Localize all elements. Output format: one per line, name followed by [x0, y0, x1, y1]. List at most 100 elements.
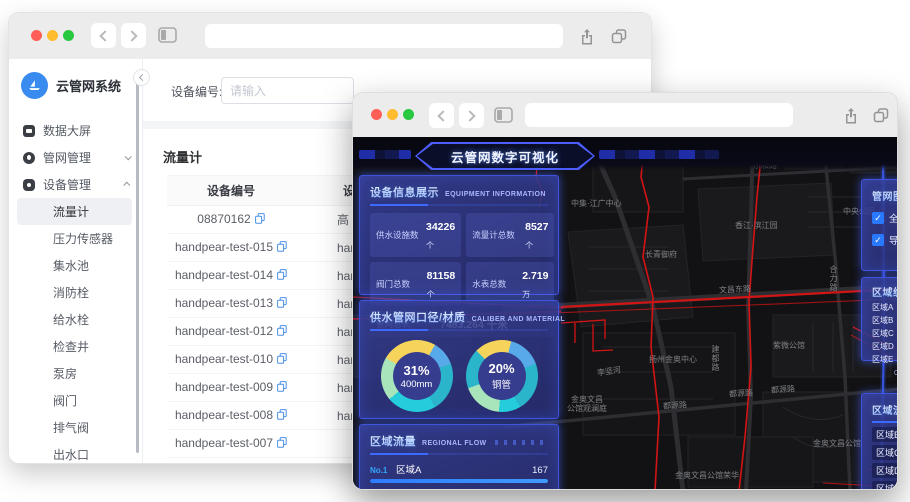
regional-flow-panel: 区域流量 REGIONAL FLOW No.1 区域A 167 No.2: [359, 424, 559, 489]
back-button[interactable]: [91, 23, 116, 48]
copy-icon[interactable]: [277, 409, 287, 423]
address-bar[interactable]: [525, 103, 793, 127]
address-bar[interactable]: [205, 24, 563, 48]
map-label: 扬州金奥中心: [649, 355, 697, 364]
copy-icon[interactable]: [277, 241, 287, 255]
copy-icon[interactable]: [277, 269, 287, 283]
device-id-filter-label: 设备编号:: [171, 85, 223, 99]
copy-icon[interactable]: [277, 325, 287, 339]
minimize-window-button[interactable]: [47, 30, 58, 41]
sidebar-subitem-exhaust-valve[interactable]: 排气阀: [17, 414, 132, 441]
copy-icon[interactable]: [277, 297, 287, 311]
dashboard-icon: [23, 124, 35, 137]
device-id: handpear-test-012: [174, 324, 274, 338]
legend-item[interactable]: 区域D: [872, 341, 897, 351]
panel-subtitle: REGIONAL FLOW: [422, 440, 487, 447]
sidebar-subitem-flowmeter[interactable]: 流量计: [17, 198, 132, 225]
tabs-icon: [611, 29, 627, 44]
sidebar-item-data-screen[interactable]: 数据大屏: [9, 117, 142, 144]
sidebar-toggle-icon: [493, 107, 513, 123]
checkbox-checked-icon[interactable]: ✓: [872, 212, 884, 224]
donut-percent: 31%: [403, 362, 430, 378]
tabs-icon: [873, 108, 889, 123]
layer-option-select-all[interactable]: ✓ 全选: [872, 211, 897, 225]
share-button[interactable]: [575, 24, 599, 48]
share-icon: [582, 28, 592, 44]
chevron-left-icon: [138, 73, 147, 82]
sidebar-item-label: 设备管理: [43, 178, 92, 192]
map-label: 合力路: [829, 265, 838, 292]
map-label: 文昌东路: [718, 284, 752, 295]
rank-label: No.1: [370, 466, 388, 475]
checkbox-checked-icon[interactable]: ✓: [872, 234, 884, 246]
device-id: handpear-test-009: [174, 380, 274, 394]
app-title: 云管网系统: [56, 78, 122, 94]
device-icon: [23, 178, 35, 191]
sidebar-item-pipe-management[interactable]: 管网管理: [9, 144, 142, 171]
device-id-filter-input[interactable]: [221, 77, 354, 104]
chevron-left-icon: [437, 109, 449, 122]
panel-subtitle: CALIBER AND MATERIAL: [471, 316, 566, 323]
share-button[interactable]: [839, 103, 863, 127]
device-id: handpear-test-008: [174, 408, 274, 422]
copy-icon[interactable]: [277, 353, 287, 367]
sidebar-subitem-water-hydrant[interactable]: 给水栓: [17, 306, 132, 333]
device-id: handpear-test-007: [174, 436, 274, 450]
sidebar-subitem-pressure-sensor[interactable]: 压力传感器: [17, 225, 132, 252]
column-header-device-id: 设备编号: [167, 175, 295, 206]
sidebar-item-device-management[interactable]: 设备管理: [9, 171, 142, 198]
gis-dashboard: 中集·江广中心 乐和路 香江·滨江园 长青御府 中央公园 文昌东路 都源路 都源…: [353, 137, 897, 489]
chevron-left-icon: [99, 29, 111, 42]
region-flow-row: 区域D: [872, 463, 897, 478]
material-donut-chart: 20% 铜管: [465, 340, 538, 412]
forward-button[interactable]: [121, 23, 146, 48]
forward-button[interactable]: [459, 103, 484, 128]
copy-icon[interactable]: [277, 381, 287, 395]
pipe-network-icon: [23, 151, 35, 164]
flow-bar: [370, 479, 548, 483]
close-window-button[interactable]: [371, 109, 382, 120]
legend-item[interactable]: 区域C: [872, 328, 897, 338]
sidebar-subitem-outlet[interactable]: 出水口: [17, 441, 132, 463]
chevron-down-icon: [124, 153, 132, 161]
tabs-overview-button[interactable]: [869, 103, 893, 127]
sidebar-subitem-inspection-well[interactable]: 检查井: [17, 333, 132, 360]
tabs-overview-button[interactable]: [607, 24, 631, 48]
copy-icon[interactable]: [254, 213, 265, 227]
back-button[interactable]: [429, 103, 454, 128]
layer-option-import[interactable]: ✓ 导入: [872, 233, 897, 247]
map-label: 金奥文昌 公馆观澜庭: [567, 395, 607, 413]
region-stats-panel: 区域统计 区域A 区域B 区域C 区域D 区域E 0: [861, 277, 897, 377]
panel-decoration: [494, 440, 548, 445]
sidebar-scrollbar[interactable]: [136, 79, 139, 453]
device-id: handpear-test-014: [174, 268, 274, 282]
device-id: 08870162: [197, 212, 251, 226]
sidebar-subitem-sump[interactable]: 集水池: [17, 252, 132, 279]
sidebar-collapse-button[interactable]: [133, 69, 150, 86]
minimize-window-button[interactable]: [387, 109, 398, 120]
zoom-window-button[interactable]: [403, 109, 414, 120]
zoom-window-button[interactable]: [63, 30, 74, 41]
device-id: handpear-test-010: [174, 352, 274, 366]
map-label: 金奥文昌公馆荣华: [675, 471, 739, 480]
dashboard-title-badge: 云管网数字可视化: [415, 142, 595, 170]
caliber-donut-chart: 31% 400mm: [380, 340, 453, 412]
sidebar-item-label: 数据大屏: [43, 124, 92, 138]
title-underline: [370, 453, 548, 455]
legend-item[interactable]: 区域B: [872, 315, 897, 325]
sidebar-subitem-valve[interactable]: 阀门: [17, 387, 132, 414]
sidebar-toggle-button[interactable]: [491, 103, 515, 127]
sidebar-subitem-pump-house[interactable]: 泵房: [17, 360, 132, 387]
panel-subtitle: EQUIPMENT INFORMATION: [445, 191, 546, 198]
legend-item[interactable]: 区域E: [872, 354, 897, 364]
sidebar-subitem-fire-hydrant[interactable]: 消防栓: [17, 279, 132, 306]
region-flow-row: 区域B: [872, 427, 897, 442]
flow-row: No.2 区域C 123: [370, 487, 548, 489]
map-label: 都源路: [662, 400, 688, 411]
copy-icon[interactable]: [277, 437, 287, 451]
sidebar-toggle-button[interactable]: [155, 23, 179, 47]
close-window-button[interactable]: [31, 30, 42, 41]
region-flow-row: 区域C: [872, 445, 897, 460]
stat-water-facilities: 供水设施数 34226 个: [370, 213, 462, 257]
legend-item[interactable]: 区域A: [872, 302, 897, 312]
